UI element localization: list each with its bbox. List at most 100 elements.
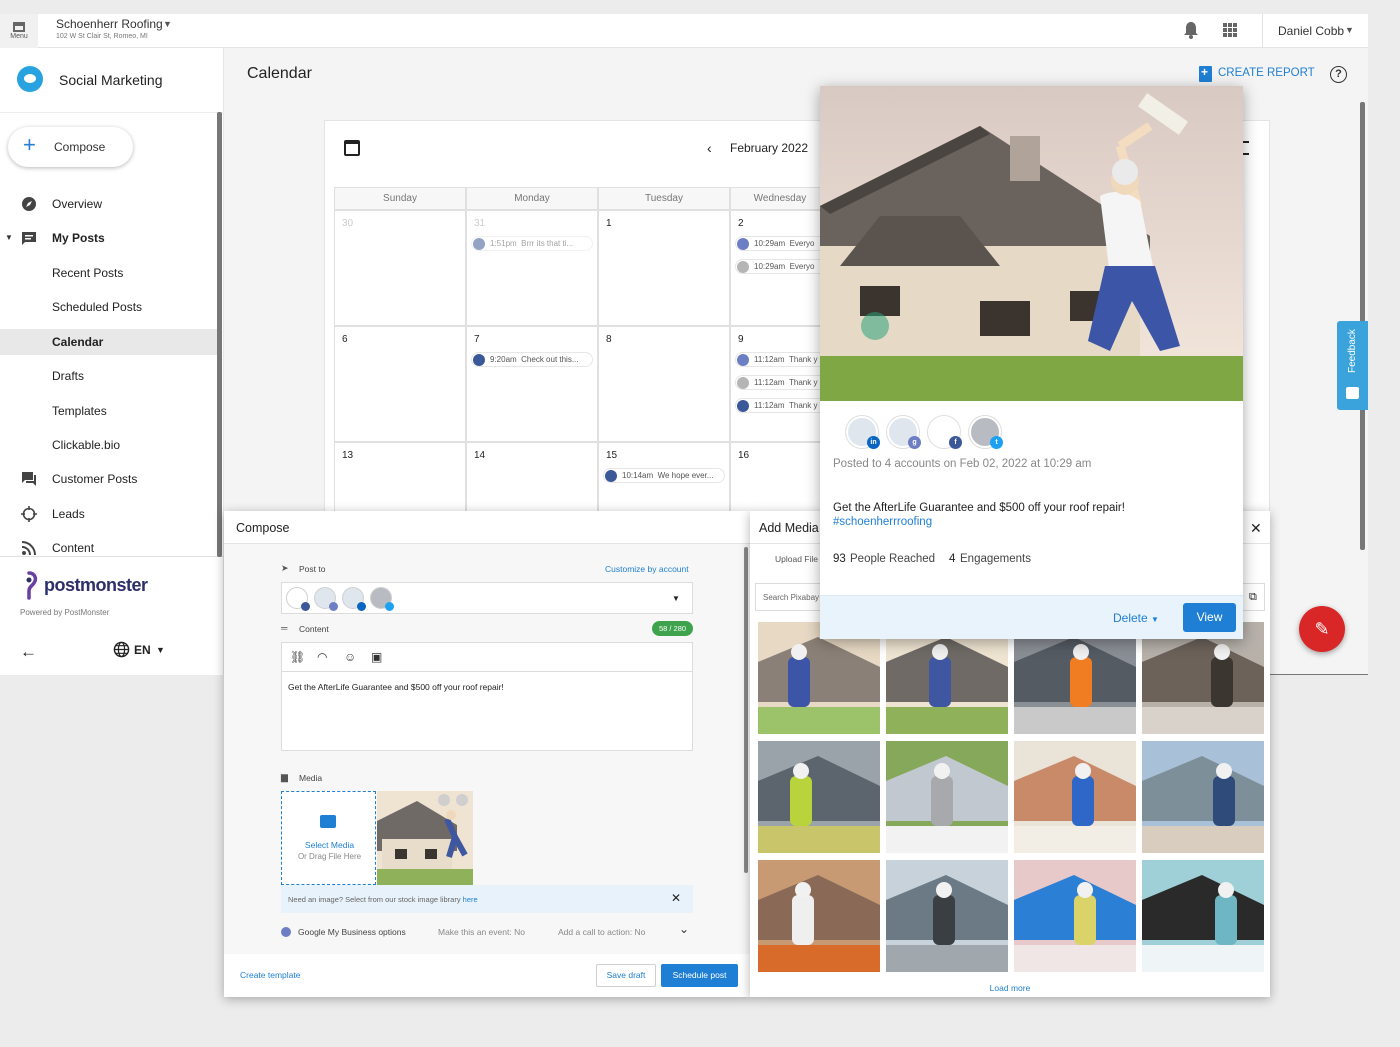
sidebar-item-leads[interactable]: Leads: [0, 501, 222, 527]
stock-image-tile[interactable]: [1014, 860, 1136, 972]
calendar-icon[interactable]: [344, 140, 360, 156]
sidebar-item-content[interactable]: Content: [0, 535, 222, 561]
sidebar-item-recent-posts[interactable]: Recent Posts: [0, 260, 222, 286]
calendar-day-cell[interactable]: 9 11:12am Thank y 11:12am Thank y 11:12am T…: [730, 326, 833, 442]
add-report-icon[interactable]: [1199, 65, 1212, 82]
compose-panel: Compose ➤ Post to Customize by account ▼…: [224, 511, 750, 997]
feedback-label[interactable]: Feedback: [1337, 321, 1368, 381]
calendar-event[interactable]: 10:14am We hope ever...: [603, 468, 725, 483]
load-more-link[interactable]: Load more: [750, 983, 1270, 993]
calendar-day-cell[interactable]: 8: [598, 326, 730, 442]
chevron-down-icon[interactable]: ▼: [1345, 25, 1354, 35]
calendar-day-cell[interactable]: 1: [598, 210, 730, 326]
delete-button[interactable]: Delete ▼: [1113, 611, 1159, 625]
post-to-label: Post to: [299, 564, 326, 574]
content-text[interactable]: Get the AfterLife Guarantee and $500 off…: [288, 682, 504, 692]
emoji-icon[interactable]: ☺: [344, 650, 356, 664]
sidebar-item-overview[interactable]: Overview: [0, 191, 222, 217]
calendar-day-cell[interactable]: 6: [334, 326, 466, 442]
schedule-post-button[interactable]: Schedule post: [661, 964, 738, 987]
sidebar-item-customer-posts[interactable]: Customer Posts: [0, 466, 222, 492]
help-icon[interactable]: ?: [1330, 66, 1347, 83]
calendar-event[interactable]: 9:20am Check out this...: [471, 352, 593, 367]
tab-upload-file[interactable]: Upload File: [775, 554, 818, 564]
sidebar-item-clickable-bio[interactable]: Clickable.bio: [0, 432, 222, 458]
calendar-day-cell[interactable]: 13: [334, 442, 466, 522]
save-draft-button[interactable]: Save draft: [596, 964, 656, 987]
close-icon[interactable]: ✕: [671, 891, 681, 905]
select-media-dropzone[interactable]: Select Media Or Drag File Here: [281, 791, 376, 885]
sidebar-item-scheduled-posts[interactable]: Scheduled Posts: [0, 294, 222, 320]
chevron-down-icon[interactable]: ▼: [156, 645, 165, 655]
account-avatar[interactable]: [286, 587, 310, 611]
calendar-event[interactable]: 10:29am Everyo: [735, 236, 833, 251]
user-name[interactable]: Daniel Cobb: [1278, 24, 1344, 38]
close-icon[interactable]: ✕: [1250, 520, 1262, 537]
customize-by-account-link[interactable]: Customize by account: [605, 564, 689, 574]
attached-media-thumbnail[interactable]: [377, 791, 473, 885]
divider: [0, 112, 224, 113]
account-avatar[interactable]: [342, 587, 366, 611]
bell-icon[interactable]: [1183, 21, 1199, 39]
stock-image-tile[interactable]: [758, 741, 880, 853]
stock-image-tile[interactable]: [886, 741, 1008, 853]
create-template-link[interactable]: Create template: [240, 970, 300, 980]
sidebar-item-drafts[interactable]: Drafts: [0, 363, 222, 389]
chevron-down-icon[interactable]: ⌄: [679, 922, 689, 936]
stock-image-tile[interactable]: [886, 860, 1008, 972]
language-label[interactable]: EN: [134, 643, 151, 657]
chevron-left-icon[interactable]: ‹: [707, 140, 712, 156]
post-to-selector[interactable]: [281, 582, 693, 614]
calendar-day-cell[interactable]: 14: [466, 442, 598, 522]
template-icon[interactable]: ▣: [371, 650, 382, 664]
compass-icon: [22, 197, 36, 211]
menu-label: Menu: [10, 33, 28, 40]
chevron-down-icon[interactable]: ▼: [672, 594, 680, 603]
calendar-event[interactable]: 1:51pm Brrr its that ti...: [471, 236, 593, 251]
rss-icon[interactable]: ◠: [317, 650, 327, 664]
edit-fab-button[interactable]: ✎: [1299, 606, 1345, 652]
calendar-day-cell[interactable]: 31 1:51pm Brrr its that ti...: [466, 210, 598, 326]
create-report-button[interactable]: CREATE REPORT: [1218, 67, 1315, 79]
post-hashtag[interactable]: #schoenherrroofing: [833, 516, 932, 528]
menu-button[interactable]: Menu: [0, 14, 38, 48]
account-avatar[interactable]: [370, 587, 394, 611]
stock-image-tile[interactable]: [1142, 860, 1264, 972]
sidebar-item-templates[interactable]: Templates: [0, 398, 222, 424]
calendar-day-cell[interactable]: 7 9:20am Check out this...: [466, 326, 598, 442]
calendar-event[interactable]: 11:12am Thank y: [735, 398, 833, 413]
calendar-day-cell[interactable]: 2 10:29am Everyo 10:29am Everyo: [730, 210, 833, 326]
open-external-icon[interactable]: ⧉: [1249, 591, 1257, 604]
account-avatar[interactable]: [314, 587, 338, 611]
calendar-event[interactable]: 11:12am Thank y: [735, 352, 833, 367]
sidebar-item-calendar[interactable]: Calendar: [0, 329, 222, 355]
compose-button[interactable]: + Compose: [8, 127, 133, 167]
account-avatar[interactable]: in: [846, 416, 880, 449]
calendar-day-cell[interactable]: 30: [334, 210, 466, 326]
calendar-event[interactable]: 10:29am Everyo: [735, 259, 833, 274]
chevron-down-icon[interactable]: ▼: [163, 19, 172, 29]
sidebar-item-my-posts[interactable]: My Posts: [0, 225, 222, 251]
stock-image-tile[interactable]: [758, 860, 880, 972]
link-icon[interactable]: ⛓: [290, 650, 305, 664]
globe-icon[interactable]: [113, 641, 130, 658]
account-avatar[interactable]: f: [928, 416, 962, 449]
calendar-event[interactable]: 11:12am Thank y: [735, 375, 833, 390]
calendar-day-cell[interactable]: 15 10:14am We hope ever...: [598, 442, 730, 522]
sidebar-scrollbar[interactable]: [217, 112, 222, 557]
stock-library-link[interactable]: here: [463, 895, 478, 904]
stock-image-tile[interactable]: [1142, 741, 1264, 853]
view-button[interactable]: View: [1183, 603, 1236, 632]
app-name: Social Marketing: [59, 72, 163, 88]
compose-scrollbar[interactable]: [744, 547, 748, 873]
stock-image-tile[interactable]: [1014, 741, 1136, 853]
chat-icon: [22, 472, 36, 486]
apps-grid-icon[interactable]: [1223, 23, 1237, 37]
content-textarea[interactable]: Get the AfterLife Guarantee and $500 off…: [281, 671, 693, 751]
calendar-day-cell[interactable]: 16: [730, 442, 830, 522]
account-avatar[interactable]: t: [969, 416, 1003, 449]
account-name[interactable]: Schoenherr Roofing: [56, 17, 163, 31]
account-avatar[interactable]: g: [887, 416, 921, 449]
feedback-icon[interactable]: [1346, 387, 1359, 399]
arrow-left-icon[interactable]: ←: [20, 642, 37, 662]
